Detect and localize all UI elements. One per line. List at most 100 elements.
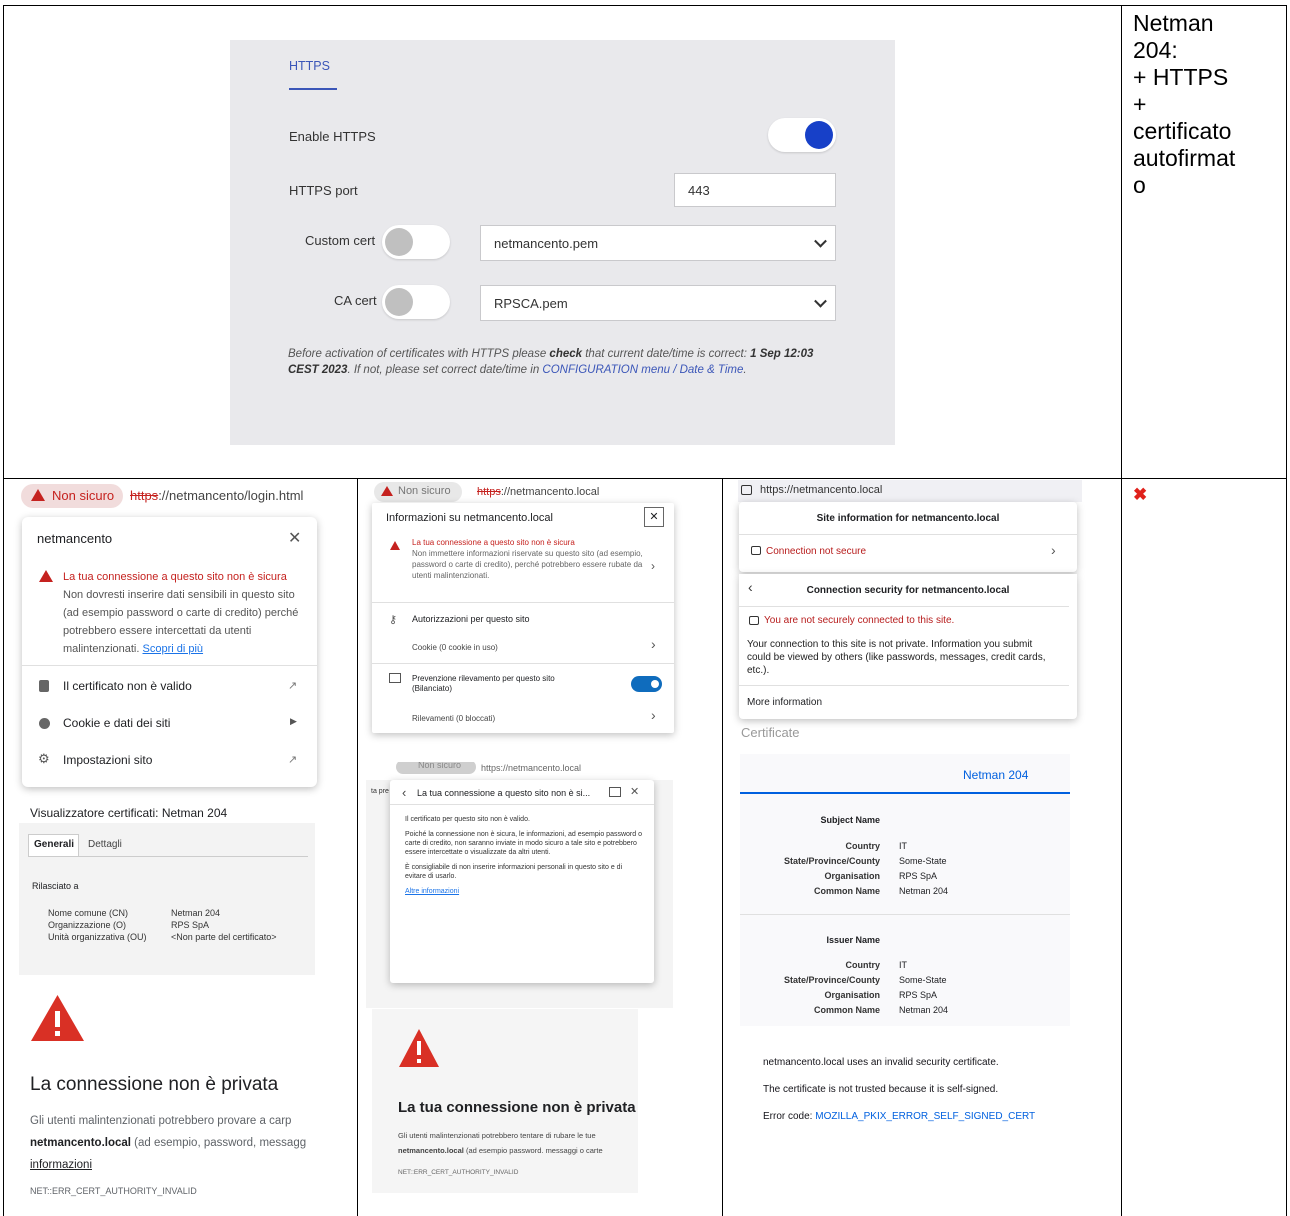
connection-not-secure-row[interactable]: Connection not secure — [766, 546, 866, 557]
table-border-left — [3, 5, 4, 1216]
cookies-row[interactable]: Cookie e dati dei siti ▶ — [22, 714, 317, 736]
not-secure-chip[interactable]: Non sicuro — [374, 482, 462, 502]
cert-viewer: Generali Dettagli Rilasciato a Nome comu… — [19, 823, 315, 975]
tab-label: Generali — [34, 839, 75, 850]
enable-https-toggle[interactable] — [768, 118, 836, 152]
custom-cert-label: Custom cert — [305, 233, 376, 248]
toggle-knob — [651, 680, 659, 688]
divider — [372, 602, 674, 603]
chevron-right-icon[interactable]: › — [651, 707, 656, 723]
chip-label: Non sicuro — [52, 488, 115, 503]
certificate-icon — [39, 680, 49, 692]
ca-cert-value: RPSCA.pem — [494, 295, 568, 311]
feedback-icon[interactable] — [609, 787, 621, 797]
address-bar-url[interactable]: https://netmancento/login.html — [130, 488, 303, 503]
address-bar[interactable]: https://netmancento.local — [738, 480, 1082, 502]
note-line: autofirmat — [1133, 145, 1236, 171]
close-icon[interactable]: ✕ — [288, 528, 301, 548]
chevron-right-icon[interactable]: › — [651, 559, 655, 573]
note-line: + — [1133, 91, 1147, 117]
note-check: check — [549, 348, 583, 360]
ca-cert-select[interactable]: RPSCA.pem — [480, 285, 836, 321]
tab-baseline — [28, 856, 308, 857]
tab-underline — [289, 88, 337, 90]
ca-cert-toggle[interactable] — [382, 285, 450, 319]
divider — [390, 804, 654, 805]
body-text: Il certificato per questo sito non è val… — [405, 816, 530, 823]
chevron-right-icon[interactable]: › — [651, 636, 656, 652]
detections-row[interactable]: Rilevamenti (0 bloccati) — [412, 714, 495, 723]
site-settings-row[interactable]: ⚙ Impostazioni sito ↗ — [22, 751, 317, 773]
permissions-heading: Autorizzazioni per questo sito — [412, 614, 530, 624]
warning-icon — [39, 570, 53, 582]
tab-netman-204[interactable]: Netman 204 — [963, 768, 1028, 782]
url-text: https://netmancento.local — [760, 484, 883, 496]
url-scheme: https — [130, 488, 159, 503]
tab-general[interactable]: Generali — [28, 834, 79, 856]
error-title: La connessione non è privata — [30, 1074, 279, 1095]
url-path: ://netmancento.local — [500, 486, 600, 498]
cert-invalid-row[interactable]: Il certificato non è valido ↗ — [22, 677, 317, 699]
tracking-label: Prevenzione rilevamento per questo sito … — [412, 674, 555, 693]
error-host: netmancento.local — [30, 1137, 131, 1149]
error-host: netmancento.local — [398, 1146, 464, 1155]
error-body: Gli utenti malintenzionati potrebbero te… — [398, 1128, 638, 1158]
note-line: Netman — [1133, 10, 1214, 36]
error-code-link[interactable]: MOZILLA_PKIX_ERROR_SELF_SIGNED_CERT — [815, 1111, 1035, 1122]
note-text: . — [743, 364, 747, 376]
https-port-input[interactable]: 443 — [674, 173, 836, 207]
not-secure-chip[interactable]: Non sicuro — [21, 484, 123, 508]
tab-details[interactable]: Dettagli — [88, 839, 122, 850]
connection-security-panel: ‹ Connection security for netmancento.lo… — [739, 574, 1077, 719]
chevron-right-icon[interactable]: › — [1051, 542, 1056, 558]
https-port-label: HTTPS port — [289, 183, 358, 198]
cookies-row[interactable]: Cookie (0 cookie in uso) — [412, 643, 498, 652]
error-body: Gli utenti malintenzionati potrebbero pr… — [30, 1110, 322, 1176]
field-value: Some-State — [899, 856, 947, 866]
lock-warning-icon — [751, 546, 761, 555]
issued-to-heading: Rilasciato a — [32, 881, 79, 891]
more-information-button[interactable]: More information — [747, 697, 822, 708]
error-text: (ad esempio, password, messagg — [130, 1137, 307, 1149]
fail-mark-icon: ✖ — [1133, 485, 1148, 504]
learn-more-link[interactable]: Scopri di più — [143, 643, 204, 655]
field-value: RPS SpA — [899, 990, 938, 1000]
more-info-link[interactable]: Altre informazioni — [405, 887, 643, 896]
more-info-link[interactable]: informazioni — [30, 1159, 92, 1171]
field-value: Netman 204 — [899, 1005, 949, 1015]
cert-viewer-title: Visualizzatore certificati: Netman 204 — [30, 806, 228, 820]
toggle-knob — [385, 228, 413, 256]
custom-cert-select[interactable]: netmancento.pem — [480, 225, 836, 261]
popup-title: netmancento — [37, 531, 113, 546]
warning-body: Non immettere informazioni riservate su … — [412, 549, 643, 580]
custom-cert-toggle[interactable] — [382, 225, 450, 259]
chevron-right-icon: ▶ — [290, 716, 297, 726]
close-icon[interactable]: ✕ — [630, 785, 639, 798]
lock-warning-icon — [749, 616, 759, 625]
field-label: Organizzazione (O) — [48, 920, 127, 930]
divider — [739, 685, 1069, 686]
error-text: Gli utenti malintenzionati potrebbero te… — [398, 1131, 596, 1140]
date-time-config-link[interactable]: CONFIGURATION menu / Date & Time — [542, 364, 743, 376]
site-info-popup: netmancento ✕ La tua connessione a quest… — [22, 517, 317, 787]
tracking-toggle[interactable] — [631, 676, 662, 692]
error-title: La tua connessione non è privata — [398, 1099, 636, 1116]
error-code: NET::ERR_CERT_AUTHORITY_INVALID — [398, 1169, 519, 1176]
not-secure-chip[interactable]: Non sicuro — [396, 762, 476, 774]
field-value: IT — [899, 841, 907, 851]
back-icon[interactable]: ‹ — [402, 785, 406, 800]
address-bar-url[interactable]: https://netmancento.local — [477, 486, 599, 498]
toggle-knob — [385, 288, 413, 316]
field-value: Netman 204 — [899, 886, 949, 896]
https-note: Before activation of certificates with H… — [288, 346, 840, 378]
site-info-popup: Informazioni su netmancento.local ✕ La t… — [372, 503, 674, 733]
error-line: netmancento.local uses an invalid securi… — [763, 1057, 999, 1068]
note-line: 204: — [1133, 37, 1178, 63]
address-bar-url[interactable]: https://netmancento.local — [481, 763, 581, 773]
tab-https[interactable]: HTTPS — [289, 59, 330, 73]
close-icon[interactable]: ✕ — [644, 507, 664, 527]
field-label: Organisation — [824, 990, 880, 1000]
warning-icon — [381, 486, 393, 496]
field-label: Common Name — [813, 1005, 880, 1015]
error-line: The certificate is not trusted because i… — [763, 1084, 999, 1095]
